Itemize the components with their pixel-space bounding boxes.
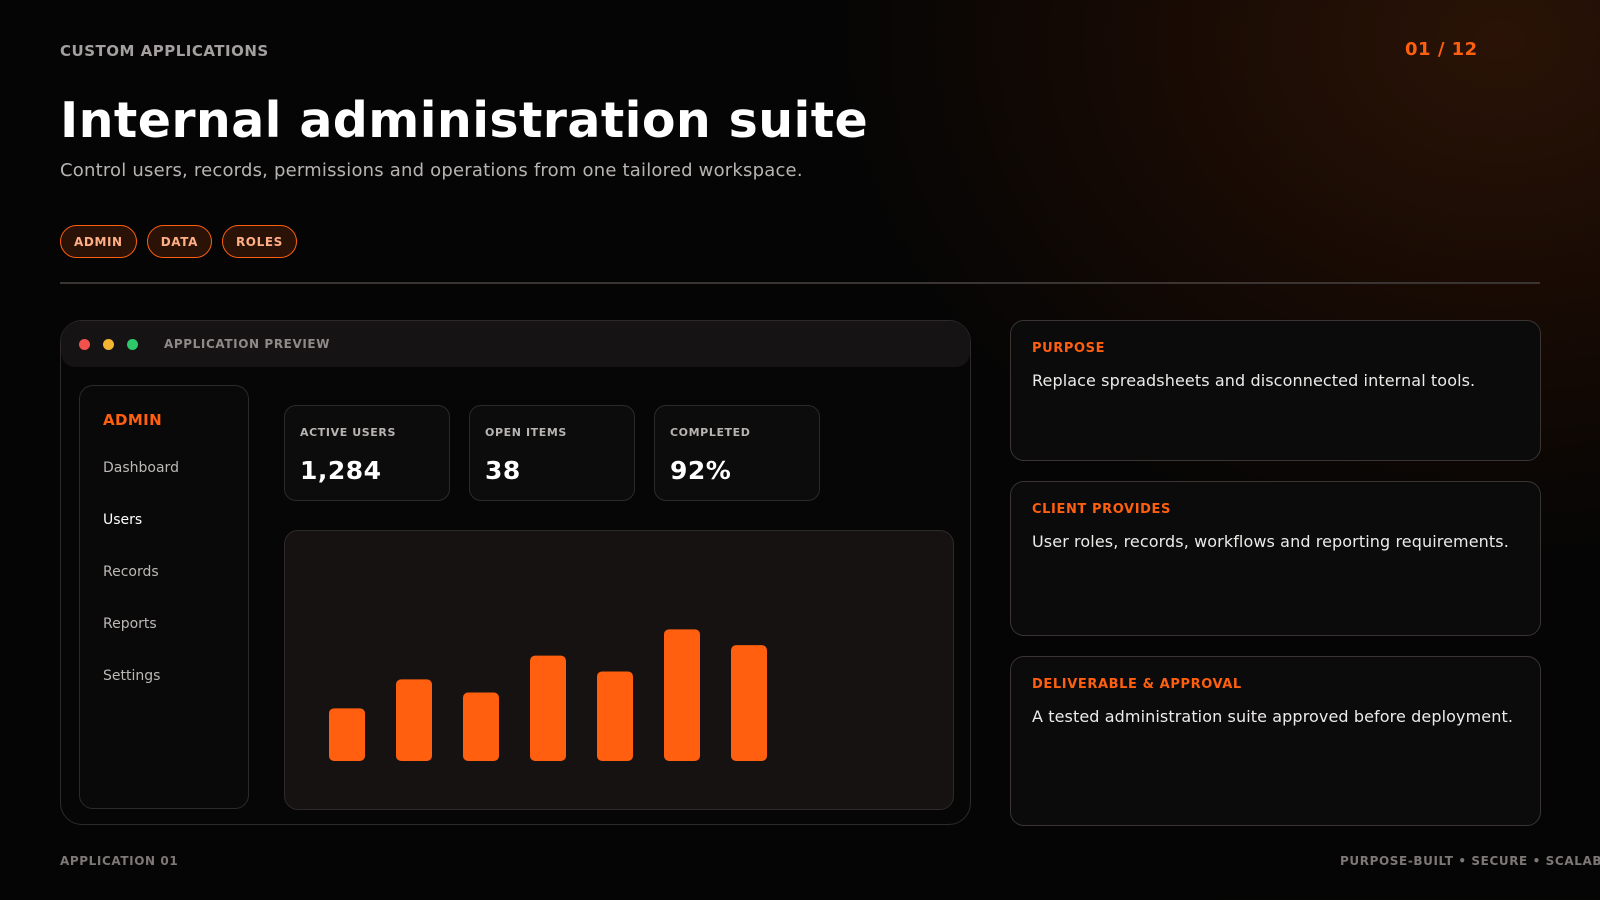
chart-bar-2 — [396, 679, 432, 761]
tag-data: DATA — [146, 225, 212, 258]
card-text: User roles, records, workflows and repor… — [1032, 532, 1509, 551]
page-title: Internal administration suite — [60, 92, 869, 149]
client-provides-card: CLIENT PROVIDES User roles, records, wor… — [1010, 481, 1541, 636]
slide-counter: 01 / 12 — [1405, 39, 1478, 60]
minimize-dot-icon — [103, 338, 114, 350]
stat-card-active-users: ACTIVE USERS 1,284 — [284, 405, 450, 501]
stat-card-open-items: OPEN ITEMS 38 — [469, 405, 635, 501]
stat-value: 38 — [485, 456, 521, 485]
card-title: CLIENT PROVIDES — [1032, 502, 1171, 517]
stat-label: COMPLETED — [670, 426, 751, 439]
admin-sidebar: ADMIN Dashboard Users Records Reports Se… — [79, 385, 249, 809]
chart-bar-5 — [597, 671, 633, 761]
card-title: DELIVERABLE & APPROVAL — [1032, 677, 1242, 692]
sidebar-item-settings[interactable]: Settings — [103, 668, 160, 684]
chart-bar-1 — [329, 708, 365, 761]
stat-value: 1,284 — [300, 456, 382, 485]
stat-value: 92% — [670, 456, 732, 485]
section-divider — [60, 282, 1540, 284]
chart-bar-6 — [664, 629, 700, 761]
page-subtitle: Control users, records, permissions and … — [60, 160, 803, 181]
maximize-dot-icon — [127, 338, 138, 350]
footer-left-label: APPLICATION 01 — [60, 854, 179, 868]
sidebar-item-reports[interactable]: Reports — [103, 616, 157, 632]
application-preview-window: APPLICATION PREVIEW ADMIN Dashboard User… — [60, 320, 971, 825]
deliverable-card: DELIVERABLE & APPROVAL A tested administ… — [1010, 656, 1541, 826]
stat-label: ACTIVE USERS — [300, 426, 397, 439]
preview-title-bar: APPLICATION PREVIEW — [61, 321, 970, 367]
purpose-card: PURPOSE Replace spreadsheets and disconn… — [1010, 320, 1541, 461]
stat-card-completed: COMPLETED 92% — [654, 405, 820, 501]
chart-bar-4 — [530, 655, 566, 761]
sidebar-item-users[interactable]: Users — [103, 512, 142, 528]
card-title: PURPOSE — [1032, 341, 1106, 356]
eyebrow-label: CUSTOM APPLICATIONS — [60, 42, 269, 60]
preview-label: APPLICATION PREVIEW — [164, 337, 331, 351]
bar-chart-panel — [284, 530, 954, 810]
card-text: A tested administration suite approved b… — [1032, 707, 1514, 726]
stat-label: OPEN ITEMS — [485, 426, 567, 439]
footer-tagline: PURPOSE-BUILT • SECURE • SCALABLE — [1340, 854, 1600, 868]
sidebar-title: ADMIN — [103, 411, 163, 429]
chart-bar-7 — [731, 645, 767, 761]
tag-roles: ROLES — [221, 225, 297, 258]
sidebar-item-dashboard[interactable]: Dashboard — [103, 460, 179, 476]
close-dot-icon — [79, 338, 90, 350]
card-text: Replace spreadsheets and disconnected in… — [1032, 371, 1476, 390]
sidebar-item-records[interactable]: Records — [103, 564, 159, 580]
tag-list: ADMIN DATA ROLES — [60, 225, 297, 258]
bar-chart — [329, 629, 767, 761]
tag-admin: ADMIN — [60, 225, 137, 258]
chart-bar-3 — [463, 692, 499, 761]
